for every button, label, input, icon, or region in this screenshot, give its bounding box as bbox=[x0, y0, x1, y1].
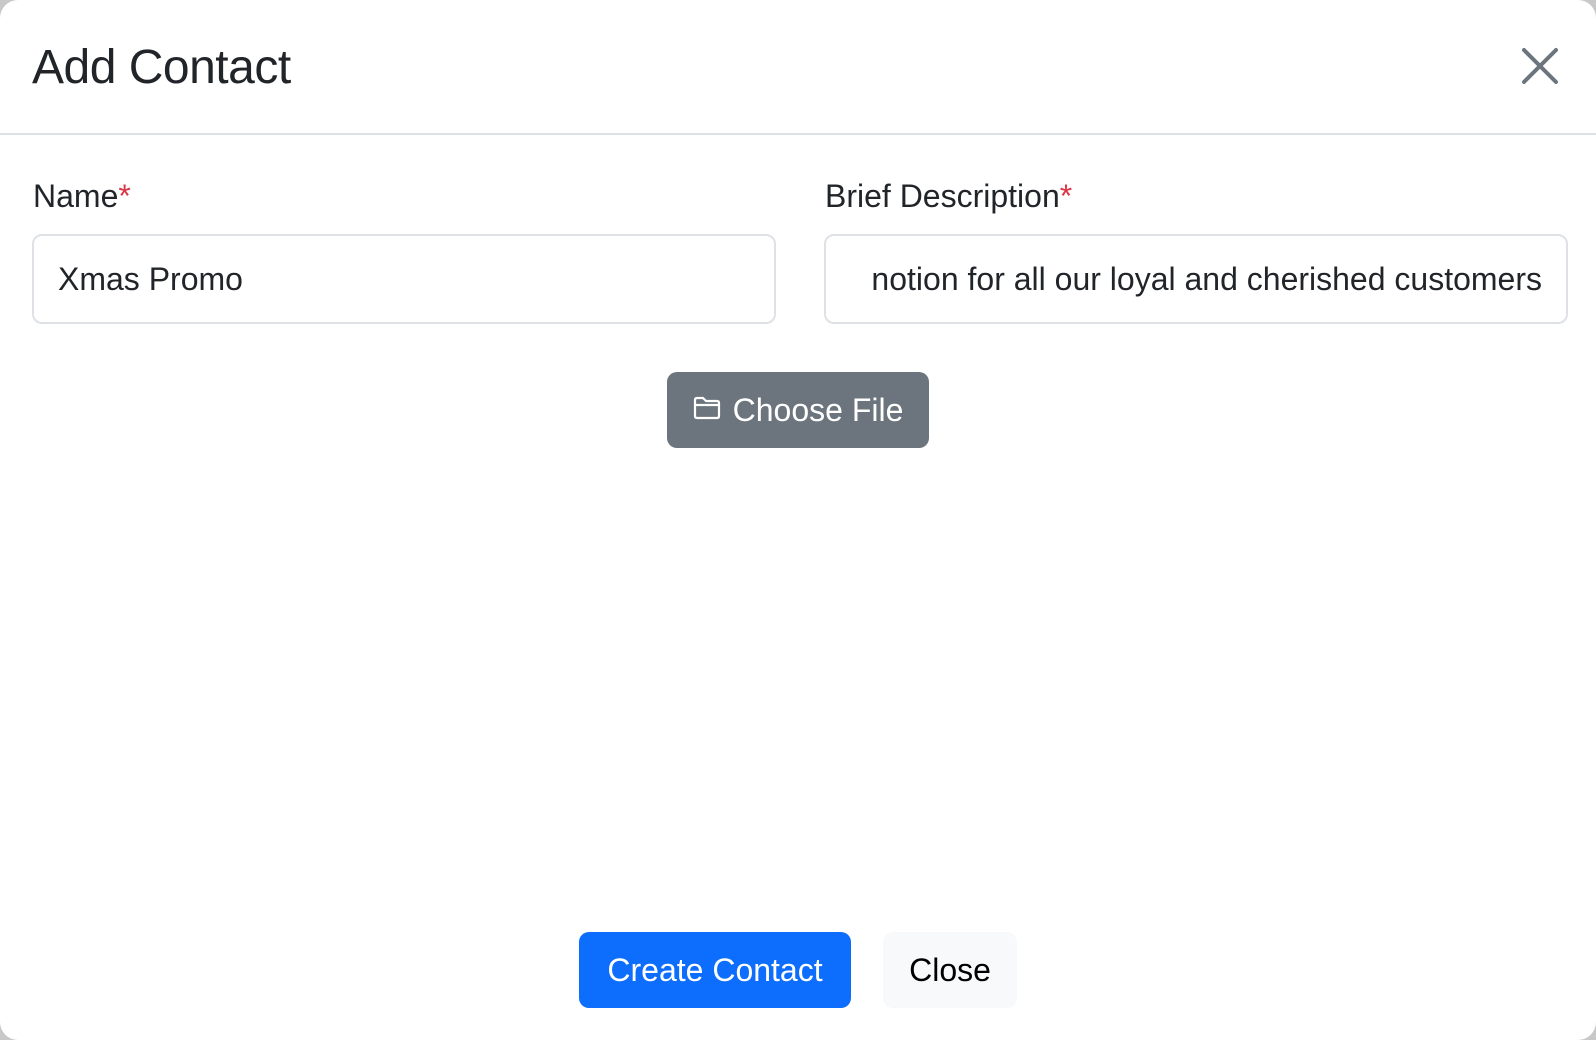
add-contact-modal: Add Contact Name* Brief Description* Cho… bbox=[0, 0, 1596, 1040]
name-label: Name* bbox=[33, 176, 131, 216]
close-button[interactable]: Close bbox=[883, 932, 1017, 1008]
choose-file-button[interactable]: Choose File bbox=[667, 372, 929, 448]
folder-icon bbox=[693, 396, 720, 420]
modal-header: Add Contact bbox=[0, 0, 1596, 135]
description-input[interactable] bbox=[824, 234, 1568, 324]
name-required-mark: * bbox=[118, 178, 131, 214]
name-label-text: Name bbox=[33, 178, 119, 214]
description-required-mark: * bbox=[1059, 178, 1073, 214]
close-icon[interactable] bbox=[1516, 42, 1564, 90]
choose-file-label: Choose File bbox=[732, 391, 904, 428]
modal-title: Add Contact bbox=[32, 41, 291, 94]
name-input[interactable] bbox=[32, 234, 776, 324]
create-contact-button[interactable]: Create Contact bbox=[579, 932, 851, 1008]
description-label: Brief Description* bbox=[825, 176, 1072, 216]
description-label-text: Brief Description bbox=[825, 178, 1060, 214]
